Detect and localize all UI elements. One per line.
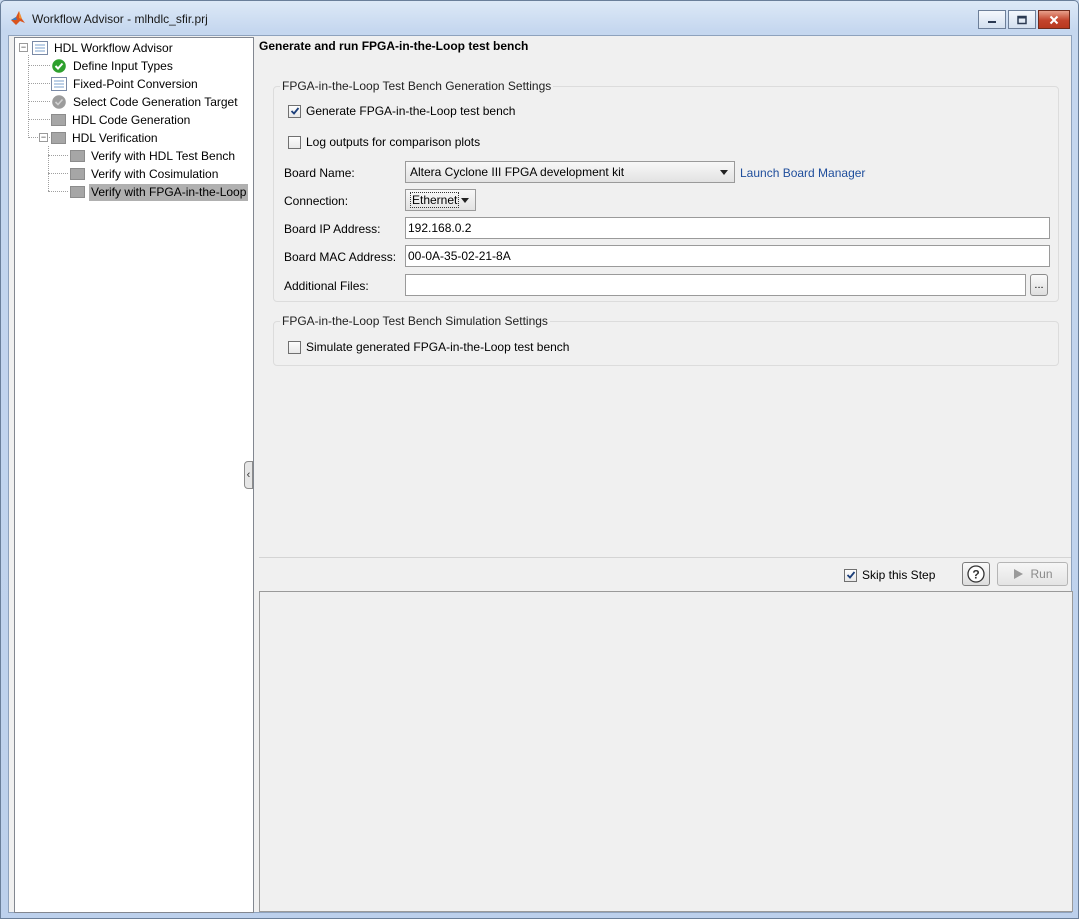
minimize-icon: [988, 20, 996, 23]
generate-tb-checkbox[interactable]: Generate FPGA-in-the-Loop test bench: [288, 104, 515, 118]
launch-board-manager-link[interactable]: Launch Board Manager: [740, 166, 865, 180]
additional-files-input[interactable]: [405, 274, 1026, 296]
client-area: − HDL Workflow Advisor Define Input Type…: [8, 35, 1073, 913]
check-pass-icon: [52, 59, 66, 73]
tree-label: HDL Verification: [72, 130, 158, 145]
checkmark-icon: [290, 107, 299, 115]
tree-item-hdl-code-generation[interactable]: HDL Code Generation: [51, 111, 192, 129]
tree-label-root: HDL Workflow Advisor: [54, 40, 173, 55]
tree-item-root[interactable]: HDL Workflow Advisor: [32, 39, 175, 57]
maximize-button[interactable]: [1008, 10, 1036, 29]
generation-settings-group: FPGA-in-the-Loop Test Bench Generation S…: [273, 79, 1059, 302]
connection-label: Connection:: [284, 194, 349, 208]
close-icon: [1049, 15, 1059, 24]
mac-address-label: Board MAC Address:: [284, 250, 397, 264]
play-icon: [1014, 569, 1024, 579]
title-bar[interactable]: Workflow Advisor - mlhdlc_sfir.prj: [1, 1, 1078, 35]
maximize-icon: [1017, 15, 1027, 24]
result-pane: [259, 591, 1073, 912]
tree-item-hdl-verification[interactable]: HDL Verification: [51, 129, 160, 147]
close-button[interactable]: [1038, 10, 1070, 29]
gray-box-icon: [70, 186, 85, 198]
checkbox-box[interactable]: [844, 568, 857, 582]
tree-line: [28, 101, 50, 102]
checkbox-box[interactable]: [288, 135, 301, 149]
step-panel: Generate and run FPGA-in-the-Loop test b…: [259, 36, 1073, 912]
board-name-label: Board Name:: [284, 166, 355, 180]
tree-line: [48, 146, 49, 191]
tree-label: Verify with Cosimulation: [91, 166, 219, 181]
checkmark-icon: [846, 571, 855, 579]
tree-label: HDL Code Generation: [72, 112, 191, 127]
tree-label: Select Code Generation Target: [73, 94, 238, 109]
chevron-left-icon: ‹: [246, 469, 251, 481]
generation-settings-legend: FPGA-in-the-Loop Test Bench Generation S…: [280, 79, 554, 93]
browse-files-button[interactable]: ...: [1030, 274, 1048, 296]
additional-files-label: Additional Files:: [284, 279, 369, 293]
window-controls: [978, 10, 1070, 29]
gray-box-icon: [51, 132, 66, 144]
mac-address-input[interactable]: 00-0A-35-02-21-8A: [405, 245, 1050, 267]
step-title: Generate and run FPGA-in-the-Loop test b…: [259, 39, 529, 53]
gray-box-icon: [70, 168, 85, 180]
task-list-icon: [32, 41, 48, 55]
tree-line: [28, 65, 50, 66]
log-outputs-checkbox[interactable]: Log outputs for comparison plots: [288, 135, 480, 149]
tree-item-define-input-types[interactable]: Define Input Types: [51, 57, 175, 75]
run-button[interactable]: Run: [997, 562, 1068, 586]
ip-address-input[interactable]: 192.168.0.2: [405, 217, 1050, 239]
generate-tb-label: Generate FPGA-in-the-Loop test bench: [306, 104, 516, 118]
tree-label: Fixed-Point Conversion: [73, 76, 198, 91]
tree-item-select-code-generation-target[interactable]: Select Code Generation Target: [51, 93, 240, 111]
window-title: Workflow Advisor - mlhdlc_sfir.prj: [32, 12, 208, 26]
checkbox-box[interactable]: [288, 340, 301, 354]
matlab-logo-icon: [11, 11, 25, 25]
tree-item-verify-cosimulation[interactable]: Verify with Cosimulation: [70, 165, 220, 183]
board-name-value: Altera Cyclone III FPGA development kit: [410, 165, 625, 179]
tree-item-verify-hdl-test-bench[interactable]: Verify with HDL Test Bench: [70, 147, 237, 165]
tree-line: [48, 191, 68, 192]
log-outputs-label: Log outputs for comparison plots: [306, 135, 481, 149]
tree-label: Define Input Types: [73, 58, 173, 73]
dropdown-arrow-icon: [720, 170, 728, 175]
workflow-advisor-window: Workflow Advisor - mlhdlc_sfir.prj − HDL…: [0, 0, 1079, 919]
gray-box-icon: [51, 114, 66, 126]
board-name-dropdown[interactable]: Altera Cyclone III FPGA development kit: [405, 161, 735, 183]
help-glyph: ?: [972, 568, 979, 582]
run-label: Run: [1030, 567, 1053, 581]
tree-item-fixed-point-conversion[interactable]: Fixed-Point Conversion: [51, 75, 200, 93]
connection-value: Ethernet: [410, 192, 460, 208]
simulation-settings-legend: FPGA-in-the-Loop Test Bench Simulation S…: [280, 314, 550, 328]
gray-circle-icon: [52, 95, 66, 109]
simulation-settings-group: FPGA-in-the-Loop Test Bench Simulation S…: [273, 314, 1059, 366]
skip-step-checkbox[interactable]: Skip this Step: [844, 568, 935, 582]
collapse-verification-icon[interactable]: −: [39, 133, 48, 142]
simulate-tb-checkbox[interactable]: Simulate generated FPGA-in-the-Loop test…: [288, 340, 569, 354]
collapse-panel-button[interactable]: ‹: [244, 461, 253, 489]
tree-line: [48, 155, 68, 156]
footer-separator: [259, 557, 1071, 558]
skip-step-label: Skip this Step: [862, 568, 936, 582]
help-button[interactable]: ?: [962, 562, 990, 586]
help-icon: ?: [967, 565, 985, 583]
checkbox-box[interactable]: [288, 104, 301, 118]
dropdown-arrow-icon: [461, 198, 469, 203]
tree-label-selected: Verify with FPGA-in-the-Loop: [89, 183, 249, 201]
gray-box-icon: [70, 150, 85, 162]
tree-line: [28, 83, 50, 84]
tree-line: [28, 119, 50, 120]
workflow-tree[interactable]: − HDL Workflow Advisor Define Input Type…: [14, 37, 254, 913]
simulate-tb-label: Simulate generated FPGA-in-the-Loop test…: [306, 340, 570, 354]
ip-address-label: Board IP Address:: [284, 222, 381, 236]
tree-label: Verify with HDL Test Bench: [91, 148, 236, 163]
collapse-root-icon[interactable]: −: [19, 43, 28, 52]
tree-line: [28, 55, 29, 138]
minimize-button[interactable]: [978, 10, 1006, 29]
connection-dropdown[interactable]: Ethernet: [405, 189, 476, 211]
tree-line: [48, 173, 68, 174]
tree-item-verify-fpga-in-the-loop[interactable]: Verify with FPGA-in-the-Loop: [70, 183, 249, 201]
task-list-icon: [51, 77, 67, 91]
